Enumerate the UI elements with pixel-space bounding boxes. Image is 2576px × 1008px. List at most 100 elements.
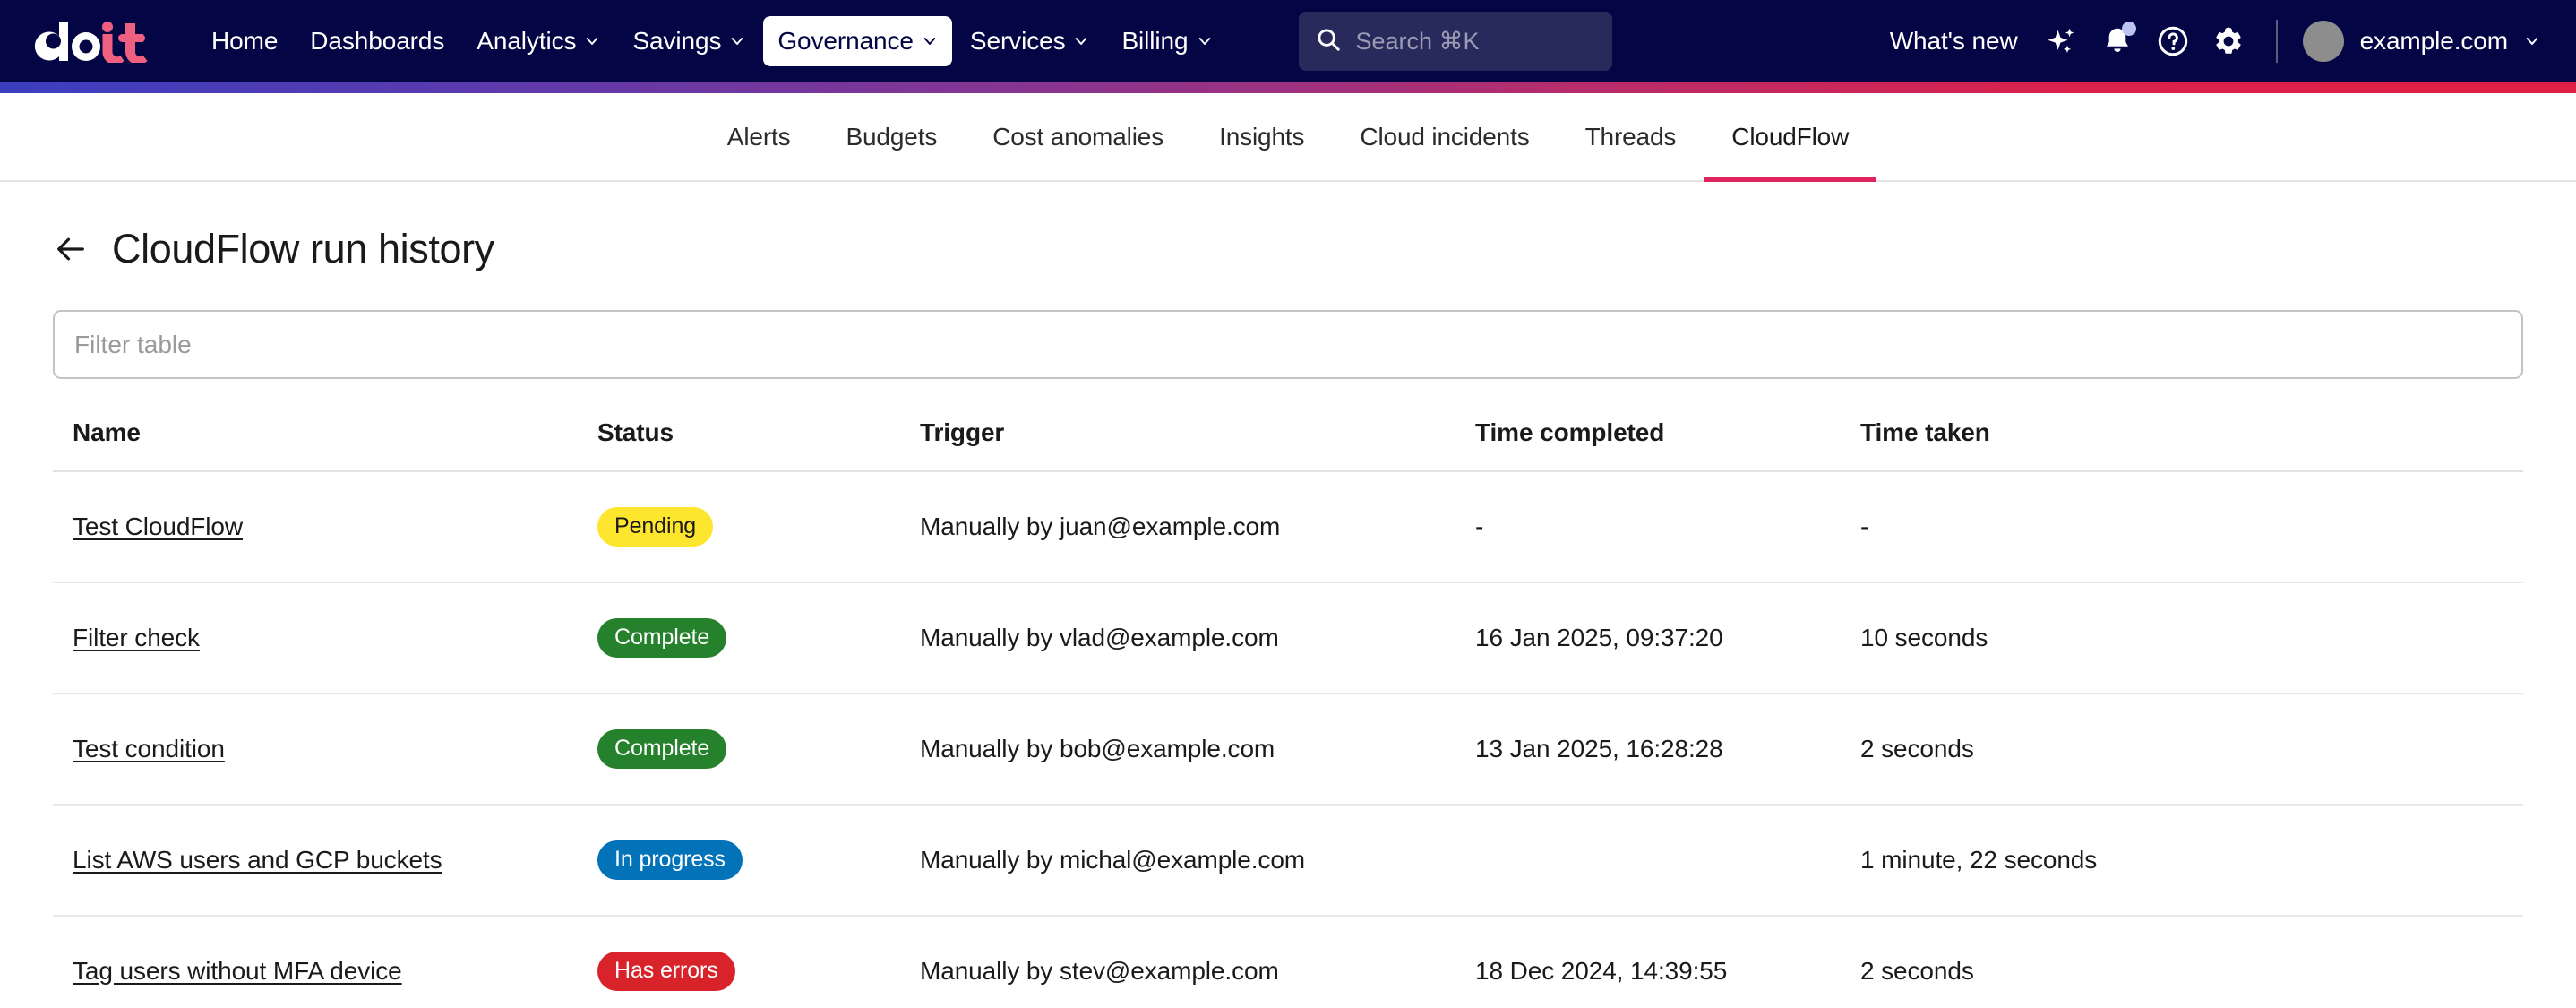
search-icon [1315,26,1342,57]
nav-right-cluster: What's new example.com [1874,13,2546,69]
avatar [2302,21,2344,62]
run-name-link[interactable]: List AWS users and GCP buckets [73,846,442,874]
run-history-table: Name Status Trigger Time completed Time … [53,399,2523,1008]
cell-trigger: Manually by michal@example.com [920,805,1475,917]
bell-icon[interactable] [2090,13,2145,69]
tab-label: Alerts [726,122,791,151]
table-row[interactable]: Test condition Complete Manually by bob@… [53,694,2523,806]
nav-link-home[interactable]: Home [197,16,292,66]
top-navigation-bar: Home Dashboards Analytics Savings Govern… [0,0,2576,82]
nav-link-governance[interactable]: Governance [763,16,952,66]
nav-link-label: Savings [632,27,722,55]
whats-new-button[interactable]: What's new [1874,16,2034,66]
notification-badge [2121,22,2136,36]
page-title: CloudFlow run history [112,226,494,271]
tab-label: Cost anomalies [992,122,1164,151]
run-name-link[interactable]: Test condition [73,735,225,762]
column-header-time-taken[interactable]: Time taken [1860,399,2523,472]
cell-name: Filter check [53,582,597,694]
cell-trigger: Manually by stev@example.com [920,916,1475,1008]
cell-status: Complete [597,582,920,694]
cell-status: Complete [597,694,920,806]
nav-link-savings[interactable]: Savings [618,16,760,66]
table-row[interactable]: Filter check Complete Manually by vlad@e… [53,582,2523,694]
account-menu[interactable]: example.com [2297,13,2546,69]
status-badge: Complete [597,618,727,658]
nav-link-analytics[interactable]: Analytics [462,16,614,66]
cell-name: Test CloudFlow [53,471,597,583]
arrow-left-icon[interactable] [53,231,89,267]
nav-link-label: Home [211,27,279,55]
page-content: CloudFlow run history Name Status Trigge… [0,182,2576,1008]
cell-trigger: Manually by bob@example.com [920,694,1475,806]
nav-link-services[interactable]: Services [956,16,1104,66]
chevron-down-icon [922,33,938,49]
run-name-link[interactable]: Filter check [73,624,200,651]
cell-time-taken: - [1860,471,2523,583]
tab-cost-anomalies[interactable]: Cost anomalies [965,93,1191,180]
tab-label: Insights [1219,122,1305,151]
tab-label: CloudFlow [1731,122,1850,151]
status-badge: Has errors [597,952,735,991]
cell-time-completed: - [1475,471,1860,583]
status-badge: Pending [597,507,714,547]
sparkle-icon[interactable] [2034,13,2090,69]
search-input[interactable]: Search ⌘K [1356,29,1480,54]
column-header-trigger[interactable]: Trigger [920,399,1475,472]
chevron-down-icon [1073,33,1089,49]
tab-cloudflow[interactable]: CloudFlow [1704,93,1877,182]
nav-link-label: Billing [1121,27,1189,55]
nav-link-dashboards[interactable]: Dashboards [296,16,459,66]
doit-logo[interactable] [25,20,159,63]
cell-time-taken: 2 seconds [1860,916,2523,1008]
tab-label: Threads [1584,122,1677,151]
cell-time-completed: 18 Dec 2024, 14:39:55 [1475,916,1860,1008]
cell-name: List AWS users and GCP buckets [53,805,597,917]
table-row[interactable]: Tag users without MFA device Has errors … [53,916,2523,1008]
global-search-box[interactable]: Search ⌘K [1298,12,1612,71]
chevron-down-icon [1197,33,1213,49]
tab-cloud-incidents[interactable]: Cloud incidents [1332,93,1557,180]
secondary-tab-bar: Alerts Budgets Cost anomalies Insights C… [0,93,2576,182]
cell-status: Pending [597,471,920,583]
tab-threads[interactable]: Threads [1558,93,1704,180]
cell-status: Has errors [597,916,920,1008]
cell-time-taken: 10 seconds [1860,582,2523,694]
account-name: example.com [2359,27,2509,55]
gear-icon[interactable] [2201,13,2256,69]
cell-trigger: Manually by vlad@example.com [920,582,1475,694]
table-head: Name Status Trigger Time completed Time … [53,399,2523,472]
status-badge: In progress [597,840,743,880]
nav-link-label: Governance [777,27,914,55]
tab-alerts[interactable]: Alerts [700,93,819,180]
brand-gradient-bar [0,82,2576,93]
help-circle-icon[interactable] [2145,13,2201,69]
column-header-time-completed[interactable]: Time completed [1475,399,1860,472]
nav-link-label: Dashboards [310,27,445,55]
run-name-link[interactable]: Tag users without MFA device [73,957,402,985]
nav-divider [2275,20,2278,63]
column-header-name[interactable]: Name [53,399,597,472]
filter-row [53,269,2523,379]
cell-name: Tag users without MFA device [53,916,597,1008]
primary-nav-links: Home Dashboards Analytics Savings Govern… [197,16,1227,66]
table-row[interactable]: List AWS users and GCP buckets In progre… [53,805,2523,917]
column-header-status[interactable]: Status [597,399,920,472]
cell-trigger: Manually by juan@example.com [920,471,1475,583]
tab-budgets[interactable]: Budgets [818,93,965,180]
cell-name: Test condition [53,694,597,806]
cell-time-taken: 2 seconds [1860,694,2523,806]
tab-label: Budgets [846,122,938,151]
filter-table-input[interactable] [53,310,2523,379]
table-row[interactable]: Test CloudFlow Pending Manually by juan@… [53,471,2523,583]
nav-link-billing[interactable]: Billing [1107,16,1226,66]
status-badge: Complete [597,729,727,769]
chevron-down-icon [729,33,745,49]
nav-link-label: Services [969,27,1066,55]
run-name-link[interactable]: Test CloudFlow [73,513,243,540]
tab-label: Cloud incidents [1360,122,1530,151]
tab-insights[interactable]: Insights [1191,93,1332,180]
cell-time-completed: 13 Jan 2025, 16:28:28 [1475,694,1860,806]
cell-time-completed: 16 Jan 2025, 09:37:20 [1475,582,1860,694]
cell-time-taken: 1 minute, 22 seconds [1860,805,2523,917]
